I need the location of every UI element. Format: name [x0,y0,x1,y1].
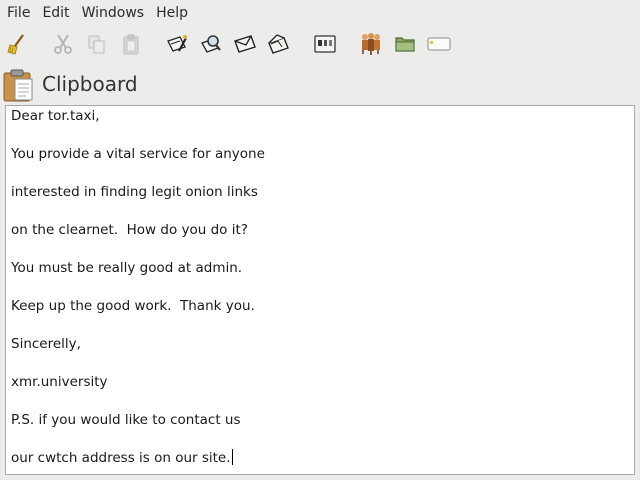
editor-line: on the clearnet. How do you do it? [11,222,248,238]
menu-file[interactable]: File [0,0,36,26]
notepad-icon [427,37,451,51]
encrypt-envelope-icon [234,35,256,53]
paste-button[interactable] [118,31,144,57]
editor-line: xmr.university [11,374,108,390]
scissors-cut-icon [54,34,72,54]
editor-line: Dear tor.taxi, [11,108,100,124]
sign-icon [167,35,187,52]
clipboard-text-editor[interactable]: Dear tor.taxi, You provide a vital servi… [5,105,635,475]
decrypt-button[interactable] [266,31,292,57]
editor-line: Keep up the good work. Thank you. [11,298,255,314]
notepad-button[interactable] [426,31,452,57]
copy-button[interactable] [84,31,110,57]
editor-line: P.S. if you would like to contact us [11,412,241,428]
menu-help[interactable]: Help [150,0,194,26]
editor-line-last: our cwtch address is on our site. [11,449,233,467]
menu-edit[interactable]: Edit [36,0,75,26]
broom-clear-icon [7,34,24,55]
encrypt-button[interactable] [232,31,258,57]
menu-windows[interactable]: Windows [76,0,151,26]
folder-button[interactable] [392,31,418,57]
key-manager-button[interactable] [358,31,384,57]
verify-icon [201,35,221,53]
text-caret [231,449,233,465]
editor-line: You must be really good at admin. [11,260,243,276]
page-header: Clipboard [0,64,640,104]
folder-icon [395,37,415,52]
editor-line-text: our cwtch address is on our site. [11,450,231,466]
copy-icon [88,35,105,54]
clear-button[interactable] [4,31,30,57]
editor-line: You provide a vital service for anyone [11,146,265,162]
paste-icon [123,34,139,55]
verify-button[interactable] [198,31,224,57]
editor-line: Sincerelly, [11,336,81,352]
smartcard-icon [314,35,336,53]
decrypt-envelope-icon [268,34,289,54]
cut-button[interactable] [50,31,76,57]
menu-bar: File Edit Windows Help [0,0,640,26]
smartcard-button[interactable] [312,31,338,57]
clipboard-icon [3,69,33,102]
editor-line: interested in finding legit onion links [11,184,258,200]
sign-button[interactable] [164,31,190,57]
toolbar [0,28,640,62]
page-title: Clipboard [42,72,138,96]
key-manager-people-icon [362,33,380,55]
